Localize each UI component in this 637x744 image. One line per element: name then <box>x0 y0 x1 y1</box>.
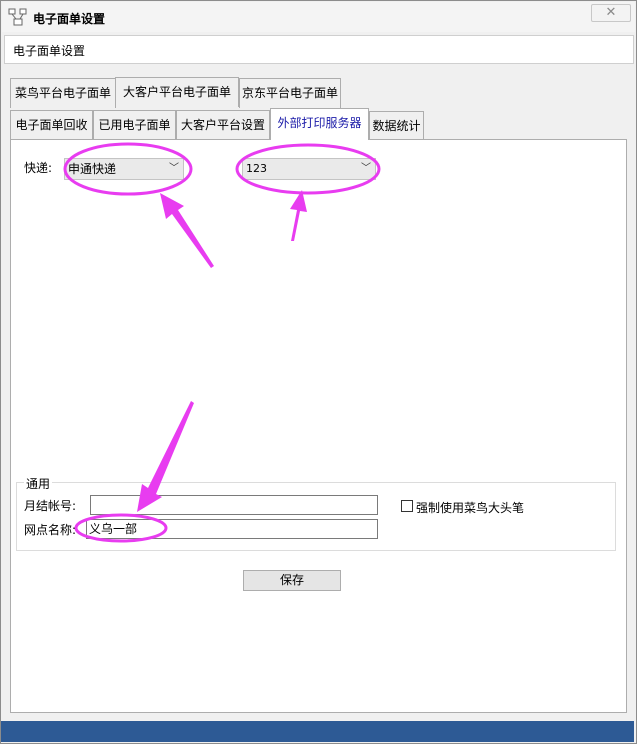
express-select-value: 申通快递 <box>68 162 117 176</box>
express-select[interactable]: 申通快递 ﹀ <box>64 158 184 180</box>
force-cainiao-label: 强制使用菜鸟大头笔 <box>416 501 525 515</box>
express-label: 快递: <box>24 161 53 175</box>
header-panel: 电子面单设置 <box>4 35 634 64</box>
header-title: 电子面单设置 <box>13 44 86 58</box>
general-group-title: 通用 <box>24 475 53 492</box>
account-input[interactable] <box>90 495 378 515</box>
tab-jd[interactable]: 京东平台电子面单 <box>239 78 341 108</box>
tab-label: 电子面单回收 <box>15 118 88 132</box>
site-input[interactable]: 义乌一部 <box>86 519 378 539</box>
tab-label: 已用电子面单 <box>98 118 171 132</box>
printer-select-value: 123 <box>246 162 267 175</box>
printer-select[interactable]: 123 ﹀ <box>242 158 376 180</box>
account-label: 月结帐号: <box>24 499 77 513</box>
tab-content-panel <box>10 139 627 713</box>
status-bar <box>1 721 634 742</box>
force-cainiao-checkbox[interactable] <box>401 500 413 512</box>
close-button[interactable]: ✕ <box>591 4 631 22</box>
window-title: 电子面单设置 <box>33 12 106 26</box>
close-icon: ✕ <box>605 5 617 20</box>
app-network-icon <box>8 8 27 26</box>
tab-label: 大客户平台电子面单 <box>122 85 231 99</box>
site-label: 网点名称: <box>24 523 77 537</box>
tab-label: 数据统计 <box>372 119 421 133</box>
chevron-down-icon: ﹀ <box>169 163 179 174</box>
tab-label: 京东平台电子面单 <box>241 86 338 100</box>
title-bar: 电子面单设置 ✕ <box>2 2 635 32</box>
tab-statistics[interactable]: 数据统计 <box>369 111 424 141</box>
tab-label: 大客户平台设置 <box>180 118 265 132</box>
tab-big-customer-settings[interactable]: 大客户平台设置 <box>176 110 270 140</box>
tab-big-customer[interactable]: 大客户平台电子面单 <box>115 77 239 107</box>
tab-label: 外部打印服务器 <box>277 116 362 130</box>
save-button[interactable]: 保存 <box>243 570 341 591</box>
tab-recycle[interactable]: 电子面单回收 <box>10 110 93 140</box>
general-groupbox <box>16 482 616 551</box>
window: 电子面单设置 ✕ 电子面单设置 菜鸟平台电子面单 大客户平台电子面单 京东平台电… <box>0 0 637 744</box>
tab-label: 菜鸟平台电子面单 <box>14 86 111 100</box>
chevron-down-icon: ﹀ <box>361 163 371 174</box>
tab-used[interactable]: 已用电子面单 <box>93 110 176 140</box>
tab-cainiao[interactable]: 菜鸟平台电子面单 <box>10 78 116 108</box>
tab-external-print-server[interactable]: 外部打印服务器 <box>270 108 369 140</box>
